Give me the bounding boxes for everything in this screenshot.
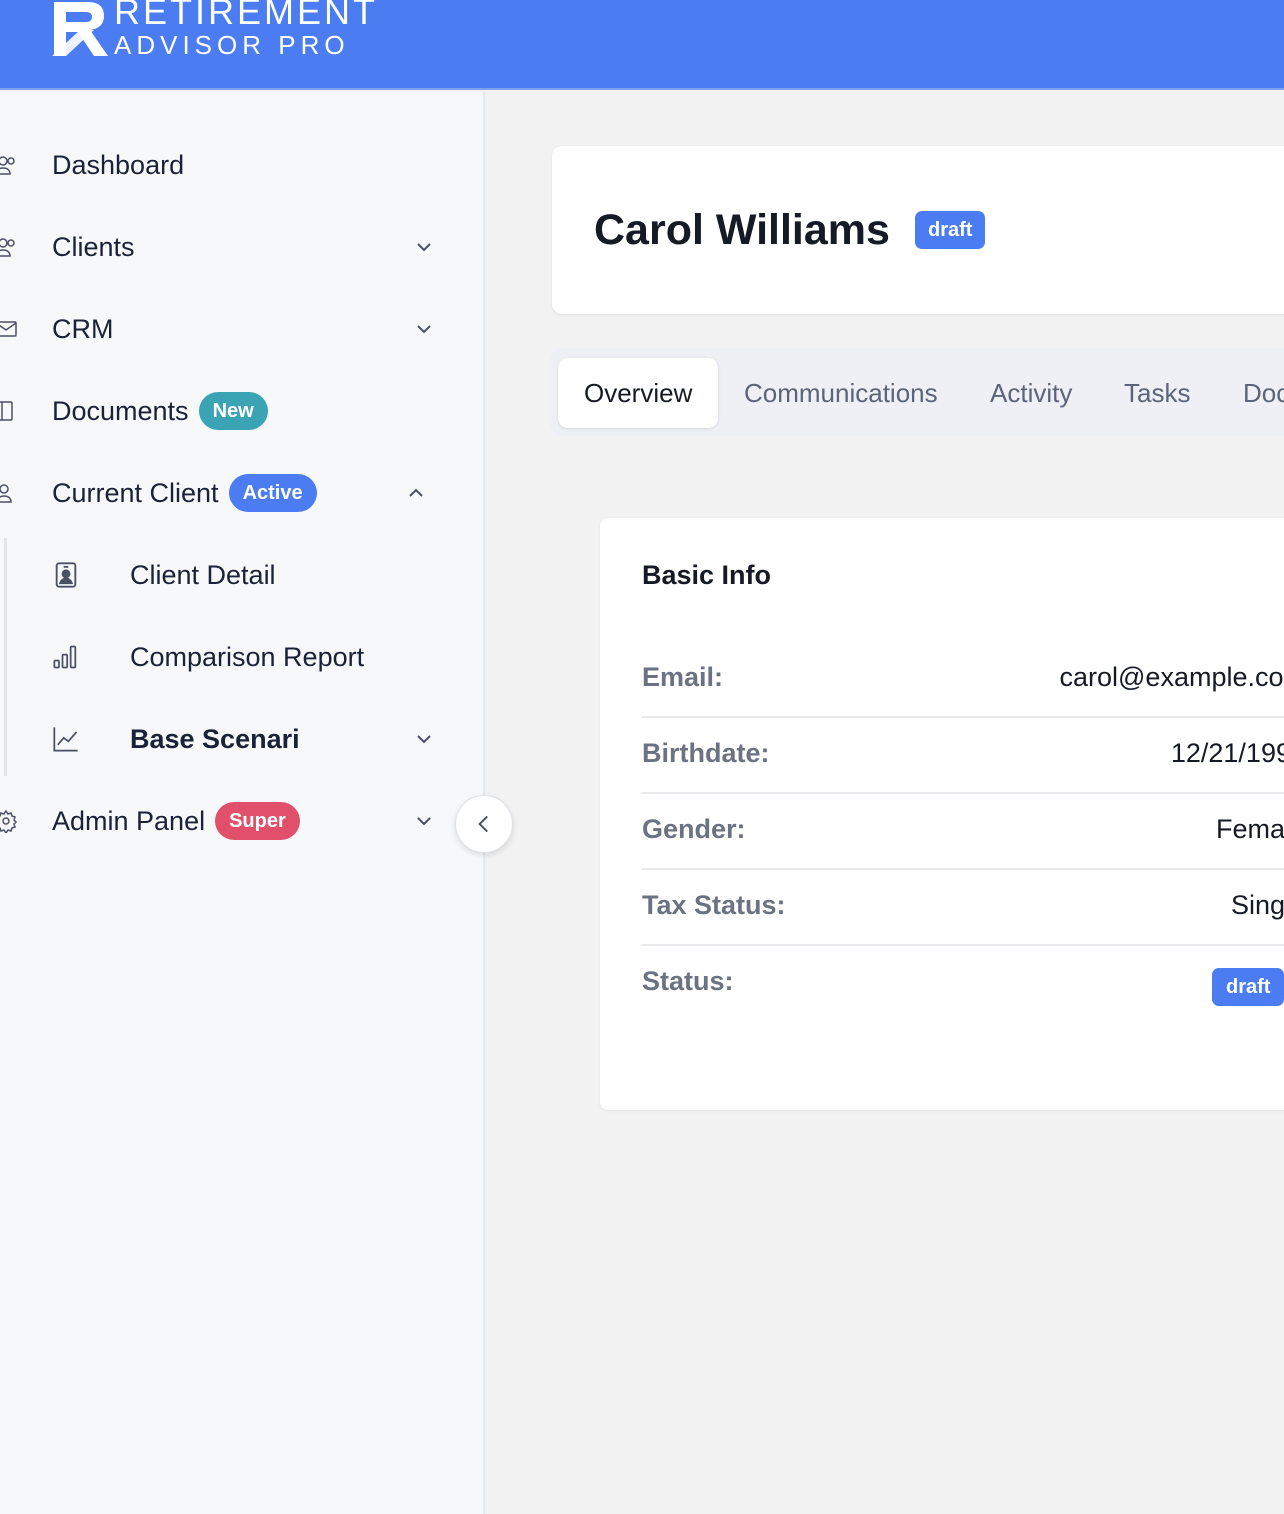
info-key: Tax Status:: [642, 890, 786, 920]
mail-icon: [0, 321, 17, 337]
info-row-email: Email: carol@example.com: [642, 642, 1284, 718]
info-key: Status:: [642, 966, 734, 996]
sidebar-item-label: CRM: [52, 313, 114, 344]
sidebar-item-crm[interactable]: CRM: [0, 299, 470, 359]
info-row-gender: Gender: Female: [642, 794, 1284, 870]
info-value: Single: [1230, 890, 1284, 920]
client-tabs: Overview Communications Activity Tasks D…: [550, 348, 1284, 436]
id-card-icon: [55, 562, 77, 588]
sidebar-subitem-label: Comparison Report: [130, 641, 365, 672]
line-chart-icon: [53, 727, 78, 752]
sidebar-item-text: Current Client: [52, 477, 219, 508]
info-key: Email:: [642, 662, 724, 692]
status-badge: draft: [1212, 968, 1284, 1006]
users-icon: [0, 238, 15, 257]
sidebar-item-documents[interactable]: Documents New: [0, 381, 470, 441]
sidebar-item-label: Dashboard: [52, 149, 185, 180]
super-badge: Super: [215, 802, 300, 840]
sidebar-collapse-button[interactable]: [455, 795, 513, 853]
sidebar-subitem-base-scenario[interactable]: Base Scenari: [0, 709, 470, 769]
document-icon: [0, 401, 13, 421]
brand-line2: ADVISOR PRO: [114, 30, 350, 60]
sidebar-subitem-label: Base Scenari: [130, 723, 300, 754]
info-row-tax-status: Tax Status: Single: [642, 870, 1284, 946]
logo-mark-icon: [52, 2, 108, 56]
chevron-down-icon[interactable]: [412, 317, 436, 341]
sidebar-item-admin-panel[interactable]: Admin Panel Super: [0, 791, 470, 851]
status-badge: draft: [915, 211, 986, 249]
new-badge: New: [198, 392, 268, 430]
tab-activity[interactable]: Activity: [990, 358, 1072, 428]
brand-line1: RETIREMENT: [114, 0, 378, 32]
client-name: Carol Williams: [594, 206, 890, 254]
info-value: carol@example.com: [1059, 662, 1284, 692]
chevron-down-icon[interactable]: [412, 727, 436, 751]
bar-chart-icon: [53, 645, 77, 669]
info-row-status: Status: draft: [642, 946, 1284, 1022]
tab-overview[interactable]: Overview: [558, 358, 719, 428]
tab-tasks[interactable]: Tasks: [1124, 358, 1190, 428]
sidebar-item-label: Current Client Active: [52, 474, 317, 512]
sidebar-item-clients[interactable]: Clients: [0, 217, 470, 277]
chevron-up-icon[interactable]: [404, 481, 428, 505]
sidebar-item-label: Admin Panel Super: [52, 802, 300, 840]
sidebar-subitem-client-detail[interactable]: Client Detail: [0, 545, 470, 605]
basic-info-card: Basic Info Email: carol@example.com Birt…: [600, 518, 1284, 1110]
active-badge: Active: [228, 474, 317, 512]
sidebar-subitem-comparison-report[interactable]: Comparison Report: [0, 627, 470, 687]
client-header-card: Carol Williams draft: [552, 146, 1284, 314]
sidebar: Dashboard Clients CRM Documents New Curr…: [0, 92, 485, 1514]
info-value: Female: [1215, 814, 1284, 844]
sidebar-item-label: Clients: [52, 231, 135, 262]
sidebar-subitem-label: Client Detail: [130, 559, 276, 590]
info-key: Birthdate:: [642, 738, 770, 768]
gear-icon: [0, 809, 18, 833]
tab-documents[interactable]: Doc: [1243, 358, 1284, 428]
brand-logo[interactable]: RETIREMENT ADVISOR PRO: [50, 0, 375, 64]
top-header: RETIREMENT ADVISOR PRO: [0, 0, 1284, 90]
chevron-down-icon[interactable]: [412, 235, 436, 259]
info-key: Gender:: [642, 814, 746, 844]
user-icon: [0, 484, 12, 503]
info-row-birthdate: Birthdate: 12/21/1990: [642, 718, 1284, 794]
sidebar-item-text: Documents: [52, 395, 189, 426]
chevron-down-icon[interactable]: [412, 809, 436, 833]
sidebar-item-label: Documents New: [52, 392, 268, 430]
sidebar-item-current-client[interactable]: Current Client Active: [0, 463, 470, 523]
users-icon: [0, 156, 15, 175]
sidebar-item-text: Admin Panel: [52, 805, 206, 836]
chevron-left-icon: [478, 815, 488, 833]
sidebar-item-dashboard[interactable]: Dashboard: [0, 135, 470, 195]
tab-communications[interactable]: Communications: [744, 358, 938, 428]
basic-info-title: Basic Info: [642, 560, 772, 590]
info-value: 12/21/1990: [1170, 738, 1284, 768]
